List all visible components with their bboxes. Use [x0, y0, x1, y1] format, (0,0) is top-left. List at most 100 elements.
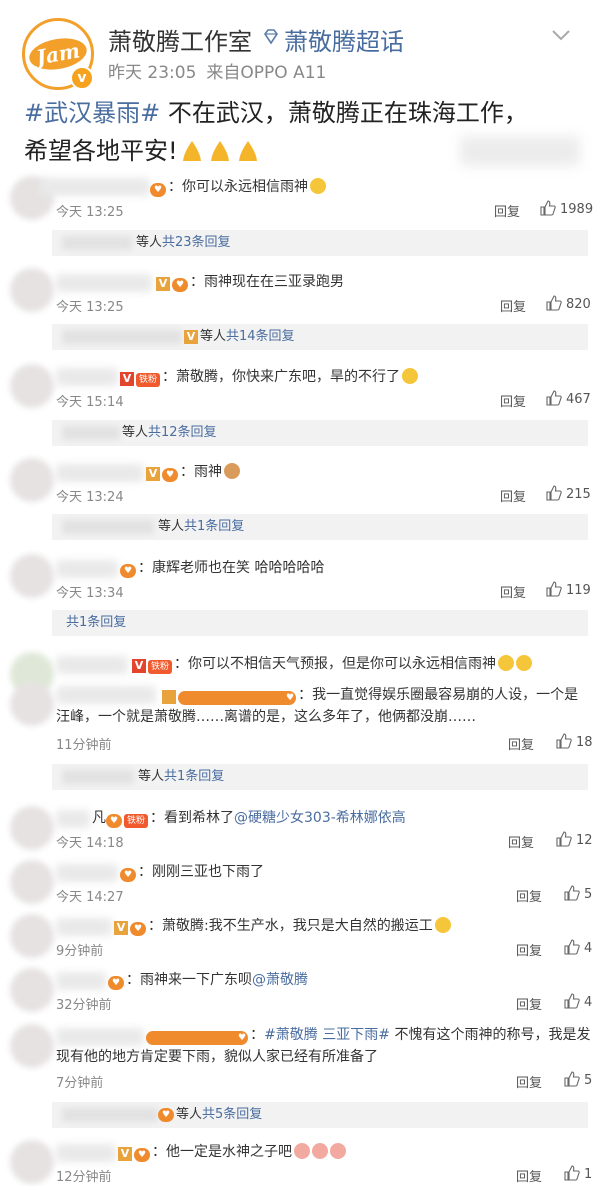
reply-button[interactable]: 回复	[494, 201, 520, 220]
comment-text: 萧敬腾，你快来广东吧，旱的不行了	[176, 369, 401, 385]
commenter-name-tail[interactable]: 凡	[92, 810, 106, 826]
like-button[interactable]: 215	[546, 485, 591, 502]
post-hashtag[interactable]: #武汉暴雨#	[24, 99, 160, 127]
author-name[interactable]: 萧敬腾工作室	[108, 22, 252, 57]
reply-count-link[interactable]: 共14条回复	[226, 324, 295, 350]
verified-v-icon: V	[114, 921, 128, 935]
thumbs-up-icon	[546, 390, 562, 406]
reply-summary[interactable]: 等人 共12条回复	[52, 420, 588, 446]
like-button[interactable]: 12	[556, 831, 593, 848]
reply-count-link[interactable]: 共23条回复	[162, 230, 231, 256]
reply-button[interactable]: 回复	[500, 296, 526, 315]
avatar[interactable]	[10, 860, 54, 904]
reply-summary[interactable]: 等人 共23条回复	[52, 230, 588, 256]
comment-text: 康辉老师也在笑 哈哈哈哈哈	[152, 560, 325, 576]
post-time: 昨天 23:05	[108, 63, 197, 83]
reply-count-link[interactable]: 共12条回复	[148, 420, 217, 446]
reply-button[interactable]: 回复	[516, 886, 542, 905]
fan-badge-icon: ♥	[178, 691, 297, 705]
avatar[interactable]	[10, 1140, 54, 1184]
reply-count-link[interactable]: 共5条回复	[202, 1102, 262, 1128]
doge-emoji	[310, 178, 326, 194]
thumbs-up-icon	[564, 939, 580, 955]
verified-v-icon: V	[184, 330, 198, 344]
reply-button[interactable]: 回复	[508, 832, 534, 851]
reply-summary[interactable]: 共1条回复	[52, 610, 588, 636]
comment-body: ♥ ：#萧敬腾 三亚下雨# 不愧有这个雨神的称号，我是发现有他的地方肯定要下雨，貌…	[56, 1027, 591, 1065]
avatar[interactable]	[10, 1024, 54, 1068]
avatar[interactable]	[10, 458, 54, 502]
like-button[interactable]: 1989	[540, 200, 593, 217]
comment-time: 今天 13:25	[56, 205, 124, 220]
verified-v-icon: V	[156, 277, 170, 291]
like-count: 4	[584, 941, 593, 956]
reply-button[interactable]: 回复	[516, 1166, 542, 1185]
comment-text: 刚刚三亚也下雨了	[152, 864, 264, 880]
doge-emoji	[516, 655, 533, 671]
chevron-down-icon[interactable]	[550, 24, 572, 46]
reply-summary[interactable]: 等人 共1条回复	[52, 514, 588, 540]
like-button[interactable]: 5	[564, 885, 592, 902]
reply-button[interactable]: 回复	[508, 734, 534, 753]
comment-time: 今天 15:14	[56, 395, 124, 410]
mention-link[interactable]: @硬糖少女303-希林娜依高	[234, 810, 406, 826]
comment-time: 今天 13:34	[56, 586, 124, 601]
comment-time: 11分钟前	[56, 738, 112, 753]
comment-text: 雨神	[194, 464, 222, 480]
avatar[interactable]	[10, 806, 54, 850]
like-button[interactable]: 820	[546, 295, 591, 312]
comment-time: 9分钟前	[56, 944, 104, 959]
like-count: 1	[584, 1167, 593, 1182]
avatar[interactable]	[10, 968, 54, 1012]
avatar[interactable]	[10, 554, 54, 598]
reply-count-link[interactable]: 共1条回复	[184, 514, 244, 540]
reply-button[interactable]: 回复	[500, 391, 526, 410]
like-button[interactable]: 5	[564, 1071, 592, 1088]
comment-body: V ♥ ：他一定是水神之子吧	[118, 1142, 600, 1162]
reply-button[interactable]: 回复	[516, 940, 542, 959]
like-count: 5	[584, 887, 593, 902]
comment-body: ♥ ：康辉老师也在笑 哈哈哈哈哈	[120, 558, 600, 578]
pray-hands-emoji	[238, 141, 257, 161]
pig-emoji	[312, 1143, 328, 1159]
like-button[interactable]: 119	[546, 581, 591, 598]
comment-body: V ♥ ：萧敬腾:我不生产水，我只是大自然的搬运工	[114, 916, 600, 936]
pig-emoji	[294, 1143, 310, 1159]
comment-time: 今天 14:18	[56, 836, 124, 851]
reply-button[interactable]: 回复	[500, 582, 526, 601]
supertopic-link[interactable]: 萧敬腾超话	[284, 22, 404, 57]
hashtag-link[interactable]: #萧敬腾 三亚下雨#	[264, 1027, 390, 1043]
fan-tag-badge: 铁粉	[136, 373, 161, 387]
like-button[interactable]: 4	[564, 993, 592, 1010]
like-button[interactable]: 1	[564, 1165, 592, 1182]
reply-count-link[interactable]: 共1条回复	[66, 610, 126, 636]
like-button[interactable]: 18	[556, 733, 593, 750]
thumbs-up-icon	[564, 885, 580, 901]
avatar[interactable]	[10, 914, 54, 958]
like-button[interactable]: 467	[546, 390, 591, 407]
reply-button[interactable]: 回复	[516, 994, 542, 1013]
reply-count-link[interactable]: 共1条回复	[164, 764, 224, 790]
comment-text: 你可以不相信天气预报，但是你可以永远相信雨神	[188, 656, 497, 672]
fan-badge-icon: ♥	[172, 278, 188, 292]
comment-body: 凡 ♥ 铁粉 ：看到希林了@硬糖少女303-希林娜依高	[92, 810, 406, 828]
reply-button[interactable]: 回复	[500, 486, 526, 505]
fan-badge-icon: ♥	[158, 1108, 174, 1122]
comment-body: ♥ ：刚刚三亚也下雨了	[120, 862, 600, 882]
avatar[interactable]	[10, 364, 54, 408]
fan-badge-icon: ♥	[134, 1148, 150, 1162]
comment-body: V 铁粉 ：你可以不相信天气预报，但是你可以永远相信雨神	[132, 654, 600, 674]
reply-summary[interactable]: ♥ 等人 共5条回复	[52, 1102, 588, 1128]
like-count: 18	[576, 735, 593, 750]
like-button[interactable]: 4	[564, 939, 592, 956]
avatar[interactable]	[10, 268, 54, 312]
avatar[interactable]	[10, 682, 54, 726]
comment-text: 萧敬腾:我不生产水，我只是大自然的搬运工	[162, 918, 433, 934]
post-header: Jam v 萧敬腾工作室 萧敬腾超话 昨天 23:05 来自OPPO A11 #武…	[0, 0, 600, 172]
reply-summary[interactable]: V 等人 共14条回复	[52, 324, 588, 350]
comment-body: V♥：我一直觉得娱乐圈最容易崩的人设，一个是汪峰，一个就是萧敬腾……离谱的是，这…	[56, 687, 579, 725]
reply-summary[interactable]: 等人 共1条回复	[52, 764, 588, 790]
comment-time: 今天 13:25	[56, 300, 124, 315]
reply-button[interactable]: 回复	[516, 1072, 542, 1091]
mention-link[interactable]: @萧敬腾	[252, 972, 308, 988]
